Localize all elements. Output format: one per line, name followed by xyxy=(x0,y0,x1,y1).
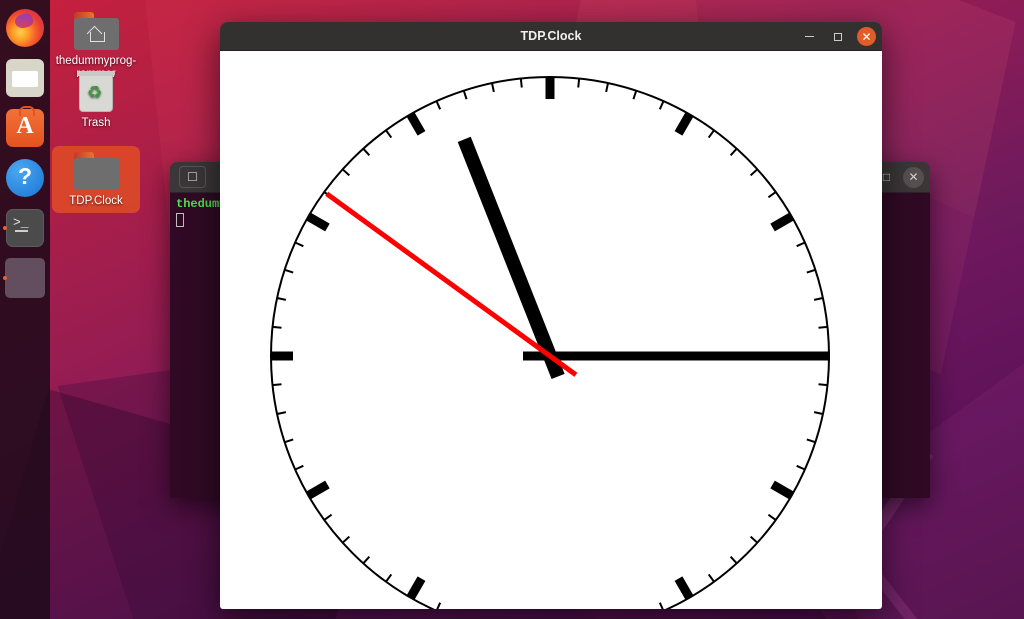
help-icon xyxy=(6,159,44,197)
dock-item-files[interactable] xyxy=(1,54,49,102)
desktop-icon-label: thedummyprog- xyxy=(55,55,137,67)
dock-item-help[interactable] xyxy=(1,154,49,202)
dock-item-terminal[interactable]: >_ xyxy=(1,204,49,252)
minimize-icon[interactable] xyxy=(799,27,819,47)
minute-tick xyxy=(272,325,282,329)
files-icon xyxy=(6,59,44,97)
folder-icon xyxy=(73,152,119,190)
new-tab-icon[interactable]: ☐ xyxy=(179,166,206,188)
desktop-icon-tdp-clock[interactable]: TDP.Clock xyxy=(52,146,140,213)
minute-tick xyxy=(818,383,828,387)
close-icon[interactable]: ✕ xyxy=(903,166,924,188)
minute-tick xyxy=(519,78,523,88)
terminal-icon: >_ xyxy=(6,209,44,247)
firefox-icon xyxy=(6,9,44,47)
terminal-cursor xyxy=(176,213,184,227)
desktop-icon-label: TDP.Clock xyxy=(69,195,123,207)
window-controls: ✕ xyxy=(799,22,876,51)
minute-tick xyxy=(272,383,282,387)
window-title: TDP.Clock xyxy=(520,29,582,43)
minute-tick xyxy=(577,78,581,88)
dock-item-tdp-clock[interactable] xyxy=(1,254,49,302)
desktop-icon-label: Trash xyxy=(81,117,111,129)
dock-item-ubuntu-software[interactable] xyxy=(1,104,49,152)
minute-tick xyxy=(818,325,828,329)
clock-window[interactable]: TDP.Clock ✕ xyxy=(220,22,882,609)
prompt-glyph: >_ xyxy=(13,215,29,230)
prompt-underline xyxy=(15,230,28,232)
dock-item-firefox[interactable] xyxy=(1,4,49,52)
desktop-icon-trash[interactable]: ♻ Trash xyxy=(52,68,140,135)
ubuntu-software-icon xyxy=(6,106,44,147)
analog-clock-svg xyxy=(270,76,830,609)
trash-icon: ♻ xyxy=(77,71,115,112)
window-icon xyxy=(5,258,45,298)
clock-face xyxy=(220,51,882,609)
launcher-dock: >_ xyxy=(0,0,50,619)
close-icon[interactable]: ✕ xyxy=(857,27,876,46)
folder-icon xyxy=(73,12,119,50)
maximize-icon[interactable] xyxy=(828,27,848,47)
clock-titlebar[interactable]: TDP.Clock ✕ xyxy=(220,22,882,51)
running-indicator-dot xyxy=(3,276,7,280)
running-indicator-dot xyxy=(3,226,7,230)
